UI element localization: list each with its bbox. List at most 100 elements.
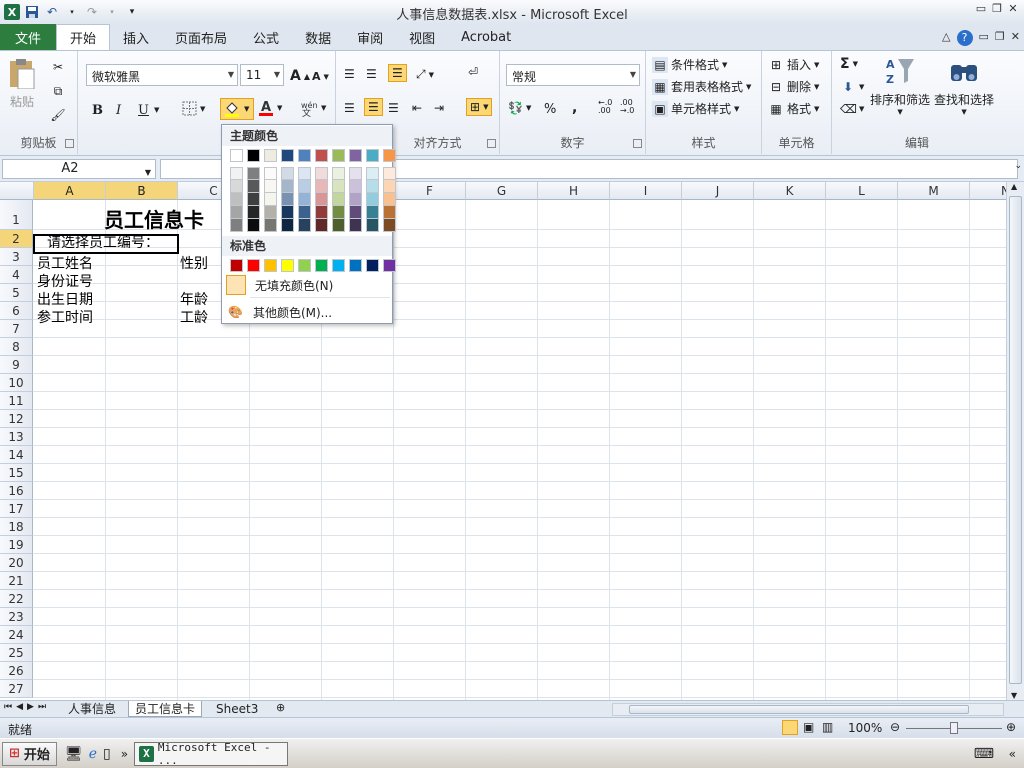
theme-shade-swatch[interactable] (349, 167, 362, 180)
theme-shade-swatch[interactable] (247, 206, 260, 219)
theme-shade-swatch[interactable] (349, 206, 362, 219)
underline-button[interactable]: U (138, 103, 149, 118)
font-name-select[interactable]: 微软雅黑 ▼ (86, 64, 238, 86)
row-header[interactable]: 13 (0, 428, 33, 446)
row-header[interactable]: 4 (0, 266, 33, 284)
theme-shade-swatch[interactable] (349, 193, 362, 206)
align-top-icon[interactable]: ☰ (344, 67, 355, 81)
theme-shade-swatch[interactable] (281, 180, 294, 193)
start-button[interactable]: ⊞ 开始 (2, 741, 57, 766)
theme-shade-swatch[interactable] (332, 206, 345, 219)
theme-shade-swatch[interactable] (315, 219, 328, 232)
doc-close-icon[interactable]: ✕ (1011, 30, 1020, 46)
theme-color-swatch[interactable] (315, 149, 328, 162)
name-box[interactable]: A2 ▼ (2, 159, 156, 179)
standard-color-swatch[interactable] (230, 259, 243, 272)
insert-cells-button[interactable]: ⊞ 插入 ▼ (768, 56, 819, 73)
number-format-select[interactable]: 常规 ▼ (506, 64, 640, 86)
cell-employee-name[interactable]: 员工姓名 (37, 255, 93, 273)
column-header[interactable]: J (682, 182, 754, 200)
delete-cells-button[interactable]: ⊟ 删除 ▼ (768, 78, 819, 95)
standard-color-swatch[interactable] (281, 259, 294, 272)
row-header[interactable]: 11 (0, 392, 33, 410)
row-header[interactable]: 2 (0, 230, 33, 248)
number-launcher-icon[interactable] (633, 139, 642, 148)
media-icon[interactable]: ▯ (103, 746, 111, 762)
cell-seniority[interactable]: 工龄 (180, 309, 208, 327)
phonetic-guide-button[interactable]: wén 文 ▼ (300, 99, 326, 117)
row-header[interactable]: 27 (0, 680, 33, 698)
theme-shade-swatch[interactable] (383, 206, 396, 219)
theme-shade-swatch[interactable] (315, 167, 328, 180)
border-button[interactable]: ▼ (182, 101, 205, 116)
find-select-button[interactable]: 查找和选择 ▼ (934, 55, 994, 116)
row-header[interactable]: 18 (0, 518, 33, 536)
insert-sheet-icon[interactable]: ⊕ (276, 701, 285, 714)
format-as-table-button[interactable]: ▦ 套用表格格式 ▼ (652, 78, 751, 95)
cell-gender[interactable]: 性别 (180, 255, 208, 273)
row-header[interactable]: 23 (0, 608, 33, 626)
wrap-text-icon[interactable]: ⏎ (468, 65, 478, 79)
row-header[interactable]: 1 (0, 200, 33, 230)
format-painter-icon[interactable]: 🖌 (50, 107, 66, 123)
theme-shade-swatch[interactable] (264, 167, 277, 180)
column-header[interactable]: A (34, 182, 106, 200)
theme-shade-swatch[interactable] (247, 167, 260, 180)
theme-shade-swatch[interactable] (349, 219, 362, 232)
tab-formulas[interactable]: 公式 (240, 24, 292, 50)
theme-color-swatch[interactable] (298, 149, 311, 162)
standard-color-swatch[interactable] (383, 259, 396, 272)
tab-file[interactable]: 文件 (0, 24, 56, 50)
theme-color-swatch[interactable] (281, 149, 294, 162)
font-color-button[interactable]: A ▼ (258, 99, 282, 117)
accounting-format-icon[interactable]: 💱 ▼ (508, 101, 531, 115)
align-left-icon[interactable]: ☰ (344, 101, 355, 115)
standard-color-swatch[interactable] (298, 259, 311, 272)
theme-shade-swatch[interactable] (383, 193, 396, 206)
row-header[interactable]: 26 (0, 662, 33, 680)
no-fill-option[interactable]: 无填充颜色(N) (222, 274, 392, 296)
decrease-indent-icon[interactable]: ⇤ (412, 101, 422, 115)
row-header[interactable]: 7 (0, 320, 33, 338)
desktop-icon[interactable]: 🖥 (65, 746, 83, 762)
column-header[interactable]: L (826, 182, 898, 200)
theme-shade-swatch[interactable] (247, 193, 260, 206)
redo-dropdown-icon[interactable]: ▾ (104, 4, 120, 20)
row-header[interactable]: 20 (0, 554, 33, 572)
theme-shade-swatch[interactable] (230, 167, 243, 180)
row-header[interactable]: 10 (0, 374, 33, 392)
column-header[interactable]: B (106, 182, 178, 200)
row-header[interactable]: 6 (0, 302, 33, 320)
theme-shade-swatch[interactable] (366, 193, 379, 206)
theme-shade-swatch[interactable] (230, 219, 243, 232)
zoom-in-icon[interactable]: ⊕ (1006, 720, 1016, 734)
standard-color-swatch[interactable] (366, 259, 379, 272)
tab-acrobat[interactable]: Acrobat (448, 24, 524, 50)
chevron-down-icon[interactable]: ▼ (154, 106, 159, 114)
decrease-decimal-button[interactable]: .00 →.0 (620, 99, 634, 115)
theme-shade-swatch[interactable] (298, 180, 311, 193)
minimize-ribbon-icon[interactable]: △ (942, 30, 950, 46)
clipboard-launcher-icon[interactable] (65, 139, 74, 148)
tray-expand-icon[interactable]: « (1009, 747, 1016, 761)
theme-shade-swatch[interactable] (366, 180, 379, 193)
format-cells-button[interactable]: ▦ 格式 ▼ (768, 100, 819, 117)
increase-decimal-button[interactable]: ←.0 .00 (598, 99, 612, 115)
standard-color-swatch[interactable] (349, 259, 362, 272)
taskbar-excel-item[interactable]: X Microsoft Excel - ... (134, 741, 289, 767)
row-header[interactable]: 21 (0, 572, 33, 590)
theme-shade-swatch[interactable] (383, 167, 396, 180)
column-header[interactable]: N (970, 182, 1006, 200)
theme-shade-swatch[interactable] (230, 206, 243, 219)
fill-color-button[interactable]: ▼ (220, 98, 254, 120)
theme-color-swatch[interactable] (264, 149, 277, 162)
orientation-icon[interactable]: ⤢ ▼ (416, 67, 434, 82)
row-header[interactable]: 17 (0, 500, 33, 518)
horizontal-scroll-thumb[interactable] (629, 705, 969, 714)
zoom-level[interactable]: 100% (848, 721, 882, 735)
theme-shade-swatch[interactable] (298, 193, 311, 206)
tab-data[interactable]: 数据 (292, 24, 344, 50)
theme-shade-swatch[interactable] (332, 167, 345, 180)
vertical-scrollbar[interactable]: ▲ ▼ (1006, 182, 1024, 700)
column-header[interactable]: K (754, 182, 826, 200)
